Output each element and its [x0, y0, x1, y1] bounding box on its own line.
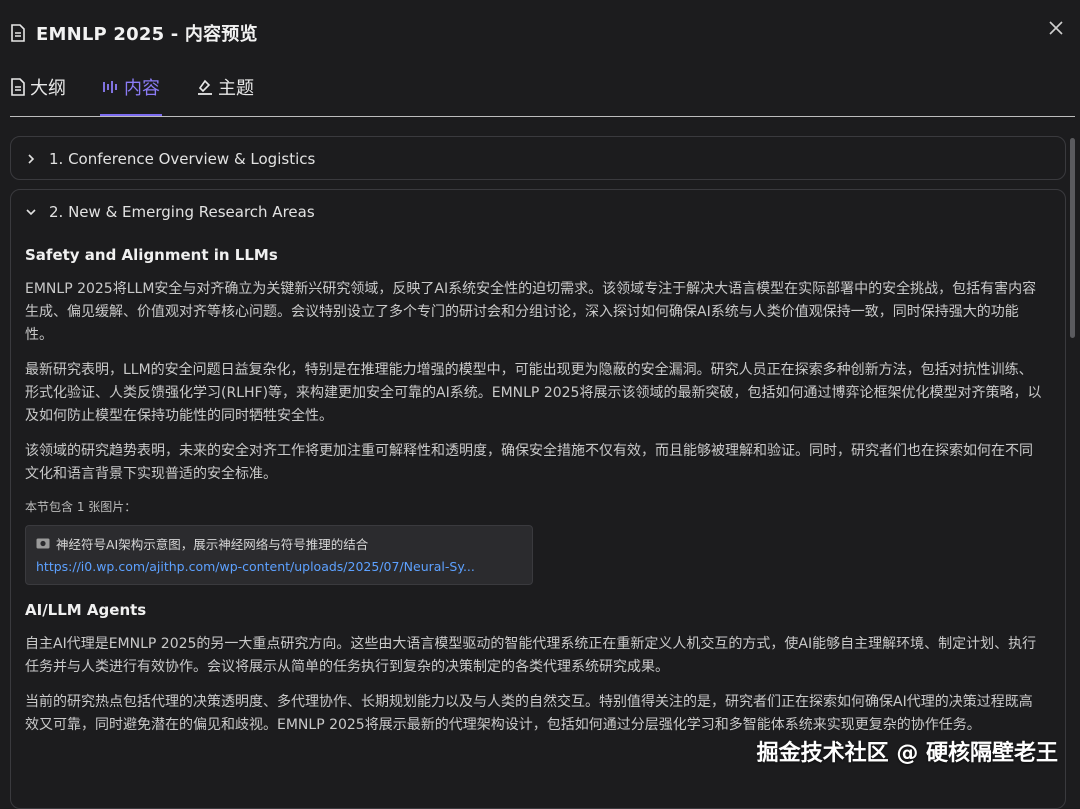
section-content: Safety and Alignment in LLMs EMNLP 2025将…: [25, 246, 1045, 749]
paragraph: 该领域的研究趋势表明，未来的安全对齐工作将更加注重可解释性和透明度，确保安全措施…: [25, 443, 1033, 482]
paragraph: 最新研究表明，LLM的安全问题日益复杂化，特别是在推理能力增强的模型中，可能出现…: [25, 362, 1042, 424]
scrollbar[interactable]: [1070, 138, 1075, 338]
tab-theme[interactable]: 主题: [196, 70, 254, 104]
tab-theme-label: 主题: [218, 78, 254, 99]
chevron-down-icon: [26, 209, 36, 216]
subsection-title-agents: AI/LLM Agents: [25, 601, 147, 619]
image-caption-row: 神经符号AI架构示意图，展示神经网络与符号推理的结合: [36, 534, 522, 553]
section-header-overview[interactable]: 1. Conference Overview & Logistics: [11, 137, 1065, 181]
watermark: 掘金技术社区 @ 硬核隔壁老王: [756, 741, 1058, 766]
tab-bar: 大纲 内容 主题: [10, 70, 254, 116]
tab-content-label: 内容: [124, 78, 160, 99]
section-panel-overview: 1. Conference Overview & Logistics: [10, 136, 1066, 180]
section-title-overview: 1. Conference Overview & Logistics: [49, 150, 316, 168]
image-link[interactable]: https://i0.wp.com/ajithp.com/wp-content/…: [36, 559, 522, 574]
theme-brush-icon: [198, 79, 212, 95]
window-header: EMNLP 2025 - 内容预览: [10, 18, 258, 48]
chevron-right-icon: [28, 154, 35, 164]
image-count-note: 本节包含 1 张图片：: [25, 500, 137, 514]
image-icon: [36, 538, 50, 549]
section-header-research[interactable]: 2. New & Emerging Research Areas: [11, 190, 1065, 234]
image-reference-card: 神经符号AI架构示意图，展示神经网络与符号推理的结合 https://i0.wp…: [25, 525, 533, 585]
window-title: EMNLP 2025 - 内容预览: [36, 24, 258, 45]
section-title-research: 2. New & Emerging Research Areas: [49, 203, 315, 221]
content-icon: [103, 81, 117, 93]
paragraph: 自主AI代理是EMNLP 2025的另一大重点研究方向。这些由大语言模型驱动的智…: [25, 636, 1037, 675]
tab-outline[interactable]: 大纲: [10, 70, 66, 104]
paragraph: EMNLP 2025将LLM安全与对齐确立为关键新兴研究领域，反映了AI系统安全…: [25, 281, 1037, 343]
close-icon[interactable]: [1046, 18, 1066, 38]
tab-outline-label: 大纲: [30, 78, 66, 99]
outline-doc-icon: [11, 78, 25, 96]
tab-content[interactable]: 内容: [100, 70, 162, 116]
document-icon: [11, 24, 25, 42]
paragraph: 当前的研究热点包括代理的决策透明度、多代理协作、长期规划能力以及与人类的自然交互…: [25, 694, 1033, 733]
tabs-divider: [10, 116, 1075, 117]
image-caption: 神经符号AI架构示意图，展示神经网络与符号推理的结合: [56, 537, 369, 552]
subsection-title-safety: Safety and Alignment in LLMs: [25, 246, 278, 264]
section-panel-research: 2. New & Emerging Research Areas Safety …: [10, 189, 1066, 809]
